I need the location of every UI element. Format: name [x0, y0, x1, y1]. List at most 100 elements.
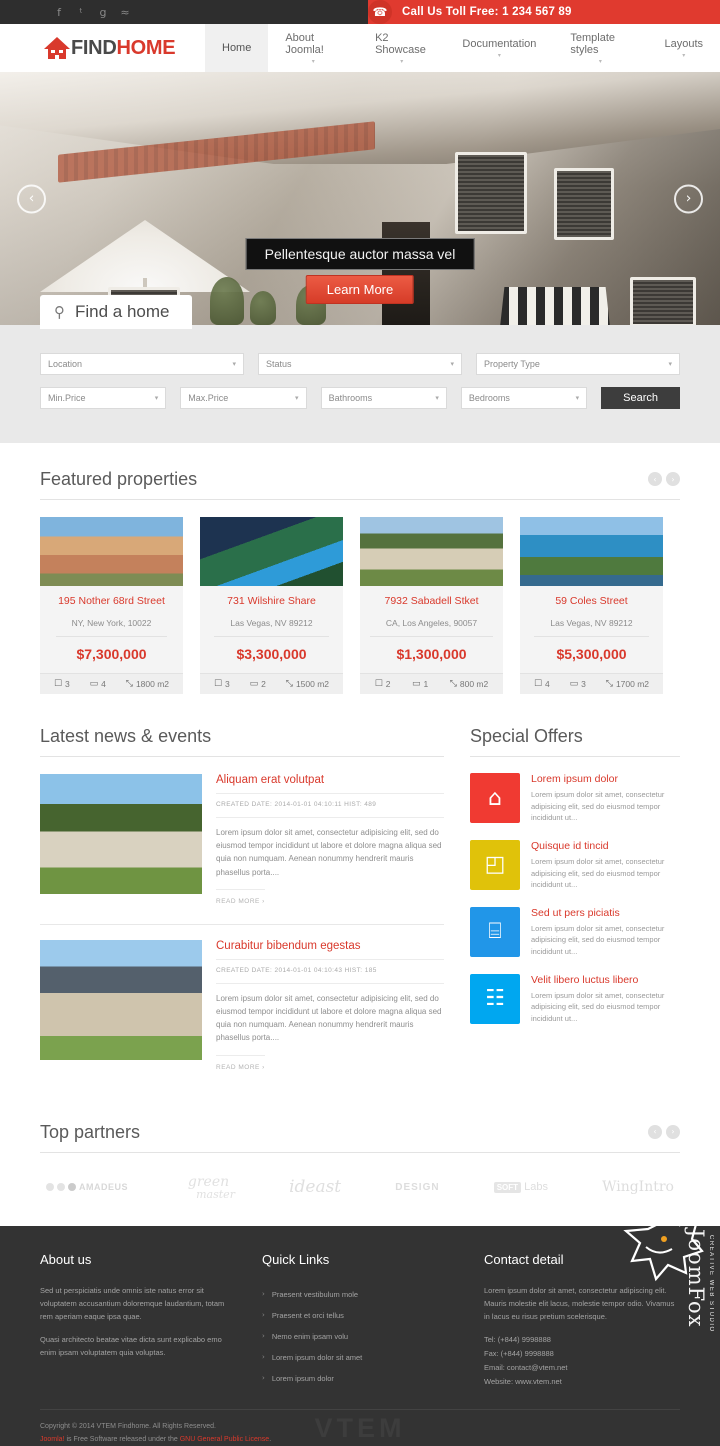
featured-prev-button[interactable]: ‹ — [648, 472, 662, 486]
find-a-home-tab: ⚲ Find a home — [40, 295, 192, 329]
slider-prev-button[interactable]: ‹ — [17, 184, 46, 213]
nav-item-k2-showcase[interactable]: K2 Showcase ▾ — [358, 24, 445, 72]
property-card[interactable]: 59 Coles Street Las Vegas, NV 89212 $5,3… — [520, 517, 663, 694]
featured-properties-title: Featured properties — [40, 469, 197, 490]
bathrooms-select[interactable]: Bathrooms ▾ — [321, 387, 447, 409]
logo[interactable]: FINDHOME — [0, 24, 205, 72]
property-title[interactable]: 59 Coles Street — [528, 595, 655, 607]
property-address: NY, New York, 10022 — [56, 618, 168, 637]
footer-link[interactable]: ›Praesent vestibulum mole — [262, 1284, 458, 1305]
joomfox-brand-subtext: CREATIVE WEB STUDIO — [708, 1235, 714, 1333]
bedroom-count: 2 — [261, 679, 266, 689]
offer-title[interactable]: Lorem ipsum dolor — [531, 773, 680, 785]
property-card[interactable]: 731 Wilshire Share Las Vegas, NV 89212 $… — [200, 517, 343, 694]
footer-link[interactable]: ›Lorem ipsum dolor — [262, 1368, 458, 1389]
facebook-icon[interactable]: f — [48, 0, 70, 24]
property-price: $1,300,000 — [368, 637, 495, 673]
property-title[interactable]: 731 Wilshire Share — [208, 595, 335, 607]
partners-prev-button[interactable]: ‹ — [648, 1125, 662, 1139]
footer-contact-column: Contact detail Lorem ipsum dolor sit ame… — [484, 1252, 680, 1389]
nav-label: Home — [222, 42, 251, 54]
gpl-license-link[interactable]: GNU General Public License — [180, 1436, 270, 1443]
property-meta: ☐3 ▭2 ⤡1500 m2 — [200, 673, 343, 694]
hero-awning-shape — [500, 287, 610, 325]
offer-item[interactable]: ☷ Velit libero luctus libero Lorem ipsum… — [470, 974, 680, 1025]
offer-title[interactable]: Sed ut pers piciatis — [531, 907, 680, 919]
chevron-down-icon: ▾ — [295, 394, 299, 402]
footer-about-title: About us — [40, 1252, 236, 1267]
copyright-end: . — [269, 1436, 271, 1443]
find-a-home-label: Find a home — [75, 302, 170, 322]
property-title[interactable]: 195 Nother 68rd Street — [48, 595, 175, 607]
offer-item[interactable]: ◰ Quisque id tincid Lorem ipsum dolor si… — [470, 840, 680, 891]
footer-link[interactable]: ›Nemo enim ipsam volu — [262, 1326, 458, 1347]
partner-logo-amadeus[interactable]: AMADEUS — [46, 1182, 128, 1192]
footer-link[interactable]: ›Lorem ipsum dolor sit amet — [262, 1347, 458, 1368]
nav-item-home[interactable]: Home — [205, 24, 268, 72]
min-price-select[interactable]: Min.Price ▾ — [40, 387, 166, 409]
partner-logo-wingintro[interactable]: WingIntro — [602, 1179, 674, 1195]
offer-item[interactable]: ⌂ Lorem ipsum dolor Lorem ipsum dolor si… — [470, 773, 680, 824]
footer-quick-links-title: Quick Links — [262, 1252, 458, 1267]
property-type-select[interactable]: Property Type ▾ — [476, 353, 680, 375]
house-pencil-icon: ⌂ — [470, 773, 520, 823]
bathrooms-select-value: Bathrooms — [329, 393, 373, 403]
property-meta: ☐3 ▭4 ⤡1800 m2 — [40, 673, 183, 694]
hero-slider: ‹ › Pellentesque auctor massa vel Learn … — [0, 72, 720, 325]
featured-next-button[interactable]: › — [666, 472, 680, 486]
googleplus-icon[interactable]: g — [92, 0, 114, 24]
partner-logo-ideast[interactable]: ideast — [289, 1177, 341, 1197]
property-title[interactable]: 7932 Sabadell Stket — [368, 595, 495, 607]
joomla-link[interactable]: Joomla! — [40, 1436, 65, 1443]
property-image — [40, 517, 183, 586]
chevron-right-icon: › — [262, 1353, 265, 1361]
news-title[interactable]: Curabitur bibendum egestas — [216, 940, 444, 960]
status-select[interactable]: Status ▾ — [258, 353, 462, 375]
site-footer: About us Sed ut perspiciatis unde omnis … — [0, 1226, 720, 1446]
offer-item[interactable]: ⌸ Sed ut pers piciatis Lorem ipsum dolor… — [470, 907, 680, 958]
nav-item-documentation[interactable]: Documentation ▾ — [445, 24, 553, 72]
nav-item-layouts[interactable]: Layouts ▾ — [647, 24, 720, 72]
partners-next-button[interactable]: › — [666, 1125, 680, 1139]
offer-title[interactable]: Quisque id tincid — [531, 840, 680, 852]
partners-carousel-nav: ‹ › — [648, 1125, 680, 1143]
partner-logo-softlabs[interactable]: SOFT Labs — [494, 1181, 548, 1193]
footer-link[interactable]: ›Praesent et orci tellus — [262, 1305, 458, 1326]
divider — [40, 756, 444, 757]
partner-logo-green-master[interactable]: greenmaster — [182, 1175, 235, 1200]
property-address: Las Vegas, NV 89212 — [534, 618, 648, 637]
nav-item-about-joomla[interactable]: About Joomla! ▾ — [268, 24, 358, 72]
property-card[interactable]: 195 Nother 68rd Street NY, New York, 100… — [40, 517, 183, 694]
learn-more-button[interactable]: Learn More — [306, 275, 414, 304]
chevron-down-icon: ▾ — [599, 59, 602, 65]
bathroom-icon: ☐ — [214, 679, 222, 689]
nav-item-template-styles[interactable]: Template styles ▾ — [553, 24, 647, 72]
bathroom-count: 3 — [65, 679, 70, 689]
news-thumbnail[interactable] — [40, 774, 202, 894]
rss-icon[interactable]: ≈ — [114, 0, 136, 24]
cards-icon: ◰ — [470, 840, 520, 890]
news-thumbnail[interactable] — [40, 940, 202, 1060]
location-select[interactable]: Location ▾ — [40, 353, 244, 375]
twitter-icon[interactable]: ᵗ — [70, 0, 92, 24]
footer-email[interactable]: Email: contact@vtem.net — [484, 1361, 680, 1375]
top-bar: f ᵗ g ≈ ☎ Call Us Toll Free: 1 234 567 8… — [0, 0, 720, 24]
area-icon: ⤡ — [606, 679, 613, 689]
bathroom-count: 4 — [545, 679, 550, 689]
partner-logo-design[interactable]: DESIGN — [395, 1182, 439, 1193]
slider-next-button[interactable]: › — [674, 184, 703, 213]
search-button[interactable]: Search — [601, 387, 680, 409]
hero-plant-shape — [250, 291, 276, 325]
news-title[interactable]: Aliquam erat volutpat — [216, 774, 444, 794]
read-more-link[interactable]: READ MORE › — [216, 1055, 265, 1071]
max-price-select[interactable]: Max.Price ▾ — [180, 387, 306, 409]
special-offers-title: Special Offers — [470, 726, 680, 747]
offer-title[interactable]: Velit libero luctus libero — [531, 974, 680, 986]
top-partners-section: Top partners ‹ › AMADEUS greenmaster ide… — [0, 1088, 720, 1226]
offer-text: Lorem ipsum dolor sit amet, consectetur … — [531, 856, 680, 891]
property-card[interactable]: 7932 Sabadell Stket CA, Los Angeles, 900… — [360, 517, 503, 694]
read-more-link[interactable]: READ MORE › — [216, 889, 265, 905]
footer-website[interactable]: Website: www.vtem.net — [484, 1375, 680, 1389]
nav-label: Layouts — [664, 38, 703, 50]
bedrooms-select[interactable]: Bedrooms ▾ — [461, 387, 587, 409]
